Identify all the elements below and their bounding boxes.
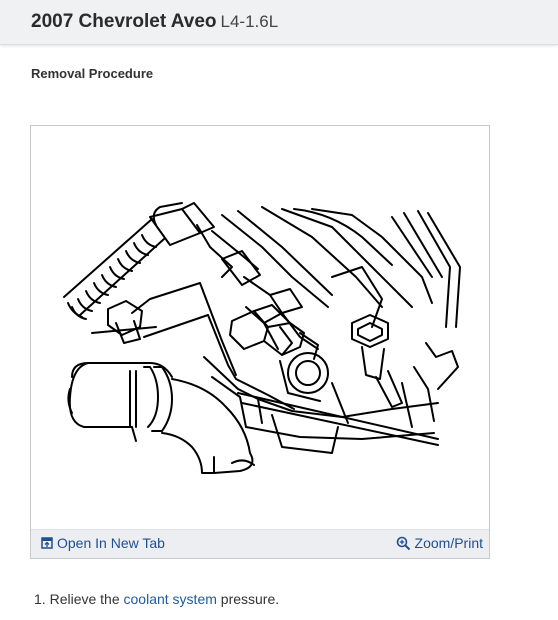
engine-illustration [63,202,461,474]
section-title: Removal Procedure [31,66,154,81]
vehicle-engine: L4-1.6L [220,12,279,31]
open-in-new-tab-label: Open In New Tab [57,535,165,551]
open-in-new-tab-icon [41,537,53,549]
procedure-figure: Open In New Tab Zoom/Print [30,125,490,559]
open-in-new-tab-link[interactable]: Open In New Tab [41,535,165,551]
procedure-step: 1. Relieve the coolant system pressure. [34,591,279,607]
step-text-prefix: Relieve the [49,591,120,607]
page-header: 2007 Chevrolet Aveo L4-1.6L [0,0,558,45]
coolant-system-link[interactable]: coolant system [124,591,217,607]
zoom-in-icon [396,536,410,550]
figure-toolbar: Open In New Tab Zoom/Print [31,529,489,558]
step-text-suffix: pressure. [220,591,280,607]
step-number: 1. [34,591,46,607]
vehicle-model: 2007 Chevrolet Aveo [31,11,217,32]
zoom-print-label: Zoom/Print [414,535,483,551]
vehicle-title: 2007 Chevrolet Aveo L4-1.6L [31,11,278,33]
zoom-print-link[interactable]: Zoom/Print [396,535,483,551]
